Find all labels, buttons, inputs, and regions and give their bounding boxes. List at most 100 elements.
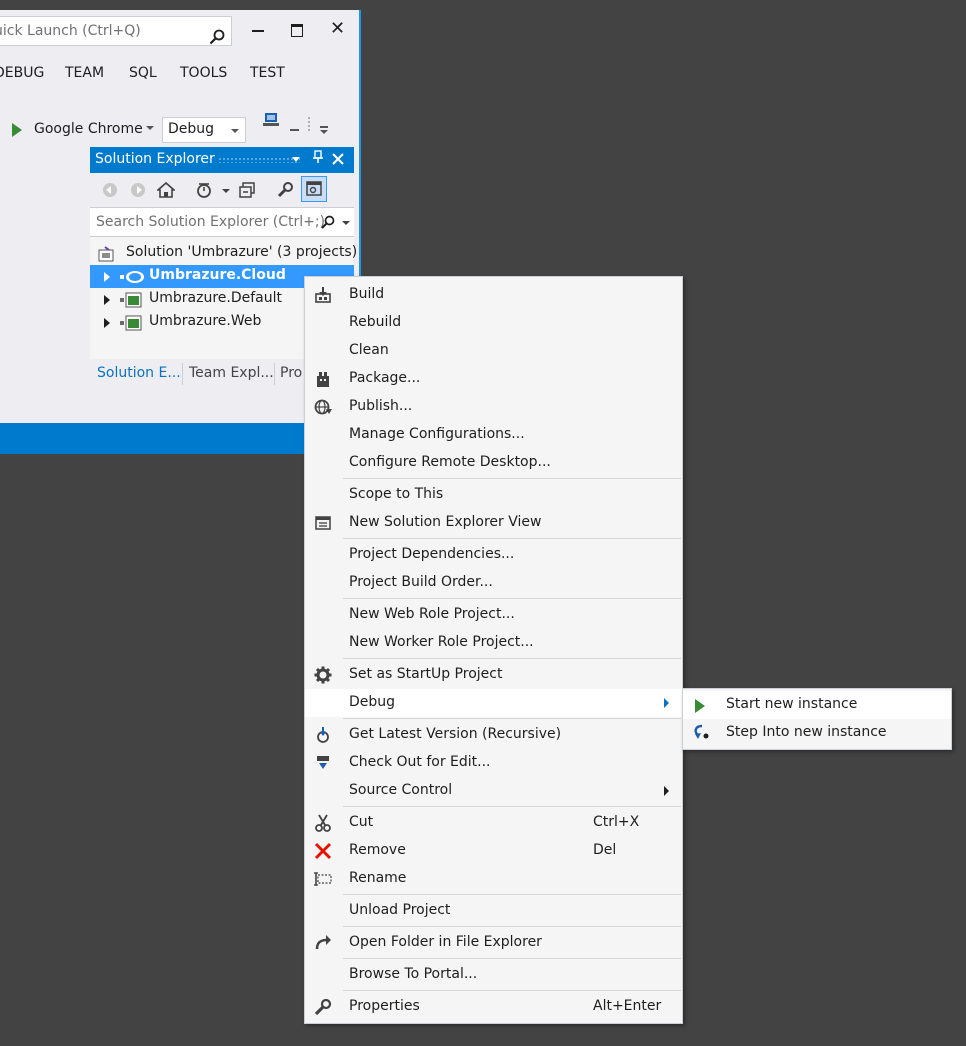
menu-item-remove[interactable]: Remove Del <box>305 837 682 865</box>
menu-tools[interactable]: TOOLS <box>180 65 227 81</box>
pending-changes-filter-icon[interactable] <box>195 181 213 199</box>
preview-icon <box>306 181 322 196</box>
publish-icon <box>314 399 332 415</box>
submenu-arrow-icon <box>664 698 669 708</box>
submenu-arrow-icon <box>664 786 669 796</box>
preview-selected-items-button[interactable] <box>301 176 327 202</box>
menu-item-unload-project[interactable]: Unload Project <box>305 897 682 925</box>
submenu-item-step-into-new-instance[interactable]: Step Into new instance <box>683 719 951 747</box>
menu-item-browse-to-portal[interactable]: Browse To Portal... <box>305 961 682 989</box>
menu-item-label: Publish... <box>349 398 413 414</box>
solution-node[interactable]: Solution 'Umbrazure' (3 projects) <box>90 242 357 265</box>
menu-item-clean[interactable]: Clean <box>305 337 682 365</box>
menu-separator <box>343 958 681 959</box>
collapse-all-icon[interactable] <box>238 181 256 199</box>
quick-launch-input[interactable]: Quick Launch (Ctrl+Q) <box>0 16 232 46</box>
menu-item-shortcut: Ctrl+X <box>593 814 640 830</box>
menu-item-label: Scope to This <box>349 486 444 502</box>
menu-item-label: Project Build Order... <box>349 574 493 590</box>
menu-item-scope-to-this[interactable]: Scope to This <box>305 481 682 509</box>
menu-separator <box>343 718 681 719</box>
menu-item-project-build-order[interactable]: Project Build Order... <box>305 569 682 597</box>
cloud-project-icon <box>120 271 144 283</box>
submenu-item-start-new-instance[interactable]: Start new instance <box>683 691 951 719</box>
submenu-item-label: Start new instance <box>726 696 858 712</box>
menu-item-properties[interactable]: Properties Alt+Enter <box>305 993 682 1021</box>
home-icon[interactable] <box>157 181 175 199</box>
tab-solution-explorer[interactable]: Solution E... <box>97 365 181 381</box>
menu-item-label: Debug <box>349 694 396 710</box>
window-close-icon[interactable]: ✕ <box>330 20 345 38</box>
chevron-down-icon[interactable] <box>222 189 230 193</box>
menu-test[interactable]: TEST <box>250 65 285 81</box>
menu-item-shortcut: Alt+Enter <box>593 998 662 1014</box>
attach-process-icon[interactable] <box>262 110 282 128</box>
menu-item-label: Browse To Portal... <box>349 966 478 982</box>
chevron-down-icon[interactable] <box>342 221 350 225</box>
menu-separator <box>343 990 681 991</box>
menu-item-project-dependencies[interactable]: Project Dependencies... <box>305 541 682 569</box>
menu-item-get-latest-version[interactable]: Get Latest Version (Recursive) <box>305 721 682 749</box>
play-icon <box>695 699 705 713</box>
menu-item-publish[interactable]: Publish... <box>305 393 682 421</box>
menu-item-new-solution-explorer-view[interactable]: New Solution Explorer View <box>305 509 682 537</box>
menu-team[interactable]: TEAM <box>65 65 104 81</box>
wrench-icon[interactable] <box>276 181 294 199</box>
menu-debug[interactable]: DEBUG <box>0 65 44 81</box>
configuration-select[interactable]: Debug <box>162 117 246 143</box>
tab-divider <box>274 363 275 385</box>
start-debug-icon[interactable] <box>12 123 22 137</box>
forward-icon[interactable] <box>129 181 147 199</box>
menu-item-label: New Solution Explorer View <box>349 514 542 530</box>
back-icon[interactable] <box>101 181 119 199</box>
pin-icon[interactable] <box>312 150 324 164</box>
remove-x-icon <box>314 842 332 860</box>
menu-item-check-out-for-edit[interactable]: Check Out for Edit... <box>305 749 682 777</box>
menu-separator <box>343 538 681 539</box>
project-label: Umbrazure.Cloud <box>149 267 286 283</box>
search-icon[interactable] <box>321 215 335 229</box>
menu-item-package[interactable]: Package... <box>305 365 682 393</box>
toolbar-overflow-icon[interactable] <box>290 114 330 134</box>
minimize-icon[interactable] <box>252 30 264 32</box>
menu-item-debug[interactable]: Debug <box>305 689 682 717</box>
close-icon[interactable] <box>332 153 344 165</box>
menu-item-new-worker-role-project[interactable]: New Worker Role Project... <box>305 629 682 657</box>
menu-item-label: Open Folder in File Explorer <box>349 934 542 950</box>
tab-properties[interactable]: Pro <box>280 365 302 381</box>
menu-item-configure-remote-desktop[interactable]: Configure Remote Desktop... <box>305 449 682 477</box>
drag-grip[interactable] <box>218 157 300 163</box>
expand-arrow-icon[interactable] <box>104 272 110 282</box>
menu-item-label: Remove <box>349 842 406 858</box>
menu-item-open-folder-in-file-explorer[interactable]: Open Folder in File Explorer <box>305 929 682 957</box>
solution-explorer-titlebar: Solution Explorer <box>90 147 354 173</box>
menu-item-rename[interactable]: Rename <box>305 865 682 893</box>
menu-item-set-startup-project[interactable]: Set as StartUp Project <box>305 661 682 689</box>
checkout-icon <box>317 756 329 769</box>
menu-sql[interactable]: SQL <box>129 65 157 81</box>
menu-item-label: Unload Project <box>349 902 451 918</box>
panel-title: Solution Explorer <box>95 151 215 167</box>
menu-item-source-control[interactable]: Source Control <box>305 777 682 805</box>
tab-team-explorer[interactable]: Team Expl... <box>189 365 274 381</box>
expand-arrow-icon[interactable] <box>104 318 110 328</box>
menu-item-label: Package... <box>349 370 421 386</box>
menu-item-label: Configure Remote Desktop... <box>349 454 551 470</box>
menu-item-build[interactable]: Build <box>305 281 682 309</box>
menu-item-new-web-role-project[interactable]: New Web Role Project... <box>305 601 682 629</box>
menu-item-cut[interactable]: Cut Ctrl+X <box>305 809 682 837</box>
run-target-label[interactable]: Google Chrome <box>34 121 143 137</box>
menu-item-label: Manage Configurations... <box>349 426 525 442</box>
window-position-dropdown-icon[interactable] <box>292 157 300 162</box>
search-icon[interactable] <box>209 29 225 45</box>
expand-arrow-icon[interactable] <box>104 295 110 305</box>
solution-explorer-search-input[interactable]: Search Solution Explorer (Ctrl+;) <box>90 207 354 237</box>
menu-separator <box>343 806 681 807</box>
chevron-down-icon[interactable] <box>146 126 154 130</box>
menu-item-label: Source Control <box>349 782 453 798</box>
menu-separator <box>343 894 681 895</box>
menu-item-rebuild[interactable]: Rebuild <box>305 309 682 337</box>
maximize-icon[interactable] <box>291 24 303 37</box>
menu-item-manage-configurations[interactable]: Manage Configurations... <box>305 421 682 449</box>
get-latest-icon <box>317 727 329 743</box>
